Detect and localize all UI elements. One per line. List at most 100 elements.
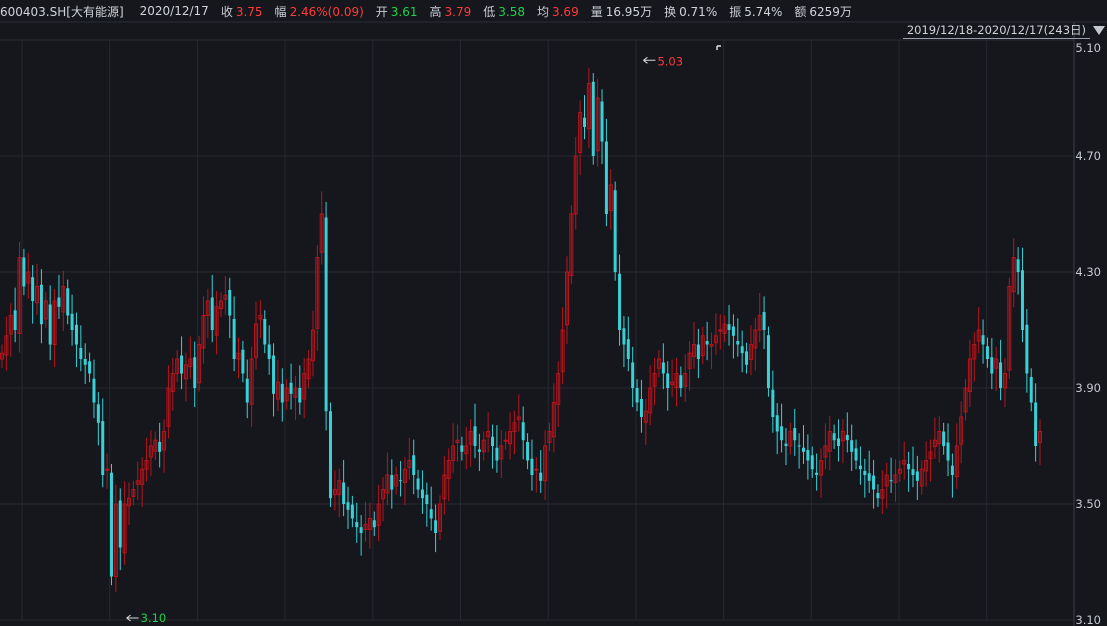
candle-body <box>539 472 543 481</box>
candle-body <box>526 441 530 461</box>
candle-body <box>784 443 788 446</box>
corner-mark-icon <box>716 45 721 50</box>
candle-body <box>850 440 854 452</box>
candle-body <box>473 426 477 446</box>
candle-body <box>92 378 96 403</box>
candle-body <box>666 373 670 388</box>
candle-body <box>797 445 801 447</box>
candle-body <box>425 494 429 504</box>
candle-body <box>359 527 363 533</box>
chart-grid <box>0 21 1107 626</box>
candle-body <box>232 318 236 359</box>
candle-body <box>736 341 740 345</box>
candle-body <box>460 445 464 452</box>
max-price-label: 5.03 <box>657 54 683 68</box>
candle-body <box>696 344 700 359</box>
candle-body <box>837 438 841 446</box>
candle-body <box>1016 259 1020 272</box>
candle-body <box>399 480 403 482</box>
candle-body <box>118 500 122 548</box>
candle-body <box>801 447 805 452</box>
candle-body <box>66 288 70 316</box>
candle-body <box>57 297 61 307</box>
candle-body <box>583 117 587 127</box>
candle-body <box>420 489 424 499</box>
candle-body <box>942 431 946 446</box>
candle-body <box>635 388 639 403</box>
candle-body <box>727 324 731 330</box>
candle-body <box>639 399 643 417</box>
dropdown-triangle-icon[interactable] <box>1093 26 1105 35</box>
candle-body <box>876 492 880 499</box>
candle-body <box>355 521 359 528</box>
candle-body <box>858 465 862 470</box>
candle-body <box>780 426 784 441</box>
y-tick-label: 3.50 <box>1075 497 1101 511</box>
min-price-label: 3.10 <box>141 611 167 625</box>
candle-body <box>521 422 525 441</box>
candle-body <box>872 475 876 490</box>
candle-body <box>731 326 735 336</box>
candle-body <box>950 465 954 475</box>
candle-body <box>604 141 608 214</box>
candle-body <box>324 217 328 412</box>
candle-body <box>83 359 87 365</box>
candle-body <box>889 480 893 482</box>
candle-body <box>491 436 495 446</box>
candle-body <box>272 355 276 394</box>
candle-body <box>109 472 113 577</box>
candle-body <box>832 433 836 441</box>
candle-body <box>600 101 604 142</box>
candle-body <box>346 502 350 510</box>
kline-chart[interactable]: 3.10 3.50 3.90 4.30 4.70 5.10 5.03 3.10 <box>0 0 1107 626</box>
candle-body <box>412 455 416 475</box>
candle-body <box>88 361 92 374</box>
candle-body <box>245 378 249 403</box>
candle-body <box>241 349 245 374</box>
y-tick-label: 3.90 <box>1075 381 1101 395</box>
candle-body <box>915 471 919 481</box>
candle-body <box>999 362 1003 388</box>
candle-body <box>70 313 74 330</box>
y-tick-label: 3.10 <box>1075 613 1101 626</box>
candle-body <box>1029 376 1033 403</box>
candle-body <box>705 341 709 345</box>
candle-body <box>981 335 985 345</box>
candle-body <box>911 469 915 475</box>
candle-body <box>1020 270 1024 330</box>
candle-body <box>39 284 43 325</box>
candle-body <box>985 346 989 359</box>
candle-body <box>793 428 797 441</box>
candle-body <box>1034 402 1038 446</box>
candle-body <box>1025 324 1029 374</box>
candle-body <box>429 509 433 519</box>
candle-body <box>775 415 779 432</box>
candle-body <box>267 344 271 359</box>
price-axis: 3.10 3.50 3.90 4.30 4.70 5.10 <box>1075 41 1101 626</box>
candle-body <box>328 411 332 499</box>
candle-body <box>530 458 534 475</box>
range-label[interactable]: 2019/12/18-2020/12/17(243日) <box>902 23 1090 39</box>
candle-body <box>661 362 665 374</box>
candle-body <box>13 310 17 330</box>
candle-body <box>96 404 100 423</box>
candle-body <box>618 273 622 330</box>
candle-body <box>745 351 749 365</box>
candle-body <box>613 190 617 272</box>
candle-body <box>79 347 83 359</box>
candle-body <box>105 468 110 471</box>
candle-body <box>679 375 683 388</box>
candle-body <box>503 439 508 442</box>
candle-body <box>48 304 52 345</box>
candle-body <box>101 421 105 475</box>
max-arrow-icon <box>643 56 656 64</box>
candle-body <box>350 504 354 519</box>
candle-body <box>534 468 539 471</box>
candle-body <box>228 289 232 316</box>
range-selector[interactable]: 2019/12/18-2020/12/17(243日) <box>902 22 1107 39</box>
candle-body <box>416 478 420 490</box>
candle-body <box>867 473 871 481</box>
candle-body <box>31 277 35 301</box>
candle-body <box>591 81 595 156</box>
candle-body <box>477 449 481 452</box>
